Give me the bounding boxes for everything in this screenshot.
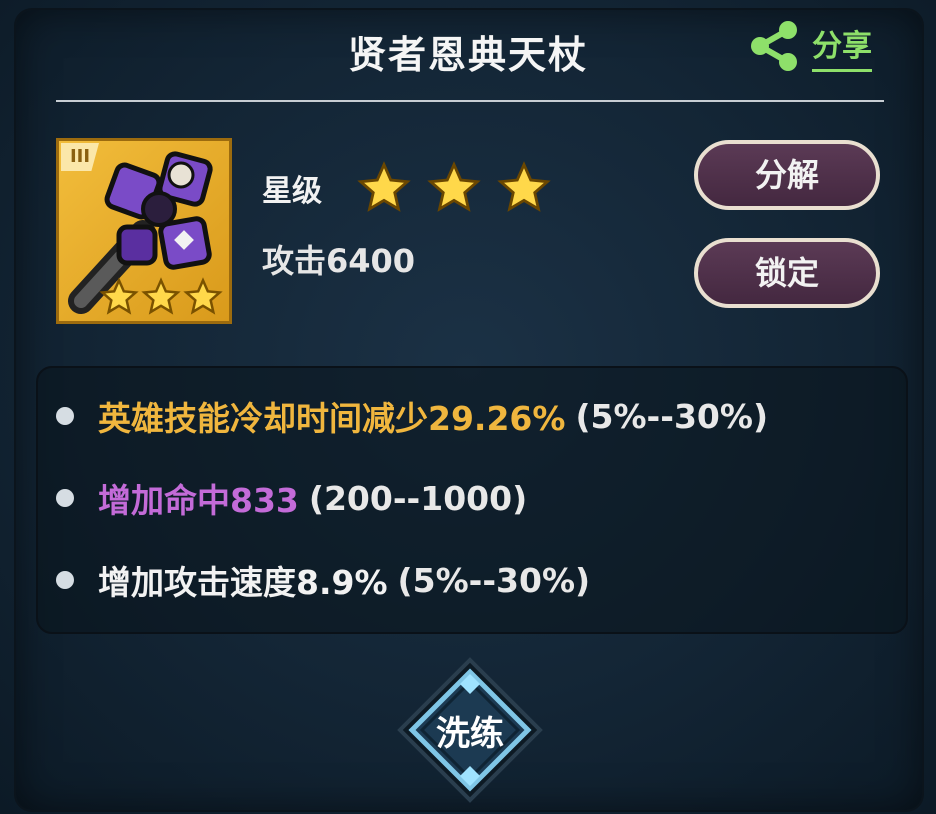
divider xyxy=(56,100,884,102)
share-icon xyxy=(751,21,797,71)
stat-text: 增加命中833 xyxy=(98,481,299,520)
star-rating xyxy=(356,160,552,216)
star-icon xyxy=(357,161,411,212)
lock-button[interactable]: 锁定 xyxy=(694,238,880,308)
star-icon xyxy=(427,161,481,212)
star-level-label: 星级 xyxy=(262,174,322,209)
share-label: 分享 xyxy=(812,21,872,72)
stat-range: (5%--30%) xyxy=(575,396,769,436)
bullet-dot xyxy=(56,489,74,507)
stat-row-hit: 增加命中833 (200--1000) xyxy=(56,474,527,522)
star-icon xyxy=(183,277,223,315)
share-button[interactable]: 分享 xyxy=(746,18,872,74)
refine-label: 洗练 xyxy=(436,713,504,754)
stat-range: (200--1000) xyxy=(308,478,528,518)
star-icon xyxy=(141,277,181,315)
item-icon-frame[interactable]: III xyxy=(56,138,232,324)
refine-button[interactable]: 洗练 xyxy=(396,656,544,804)
bullet-dot xyxy=(56,571,74,589)
star-icon xyxy=(99,277,139,315)
star-icon xyxy=(497,161,551,212)
stat-text: 增加攻击速度8.9% xyxy=(98,563,388,602)
stat-row-attack-speed: 增加攻击速度8.9% (5%--30%) xyxy=(56,556,590,604)
stat-row-cooldown: 英雄技能冷却时间减少29.26% (5%--30%) xyxy=(56,392,768,440)
stat-text: 英雄技能冷却时间减少29.26% xyxy=(98,399,566,438)
stat-range: (5%--30%) xyxy=(397,560,591,600)
attack-value: 攻击6400 xyxy=(262,242,416,280)
item-stars xyxy=(99,277,223,317)
decompose-button[interactable]: 分解 xyxy=(694,140,880,210)
bullet-dot xyxy=(56,407,74,425)
